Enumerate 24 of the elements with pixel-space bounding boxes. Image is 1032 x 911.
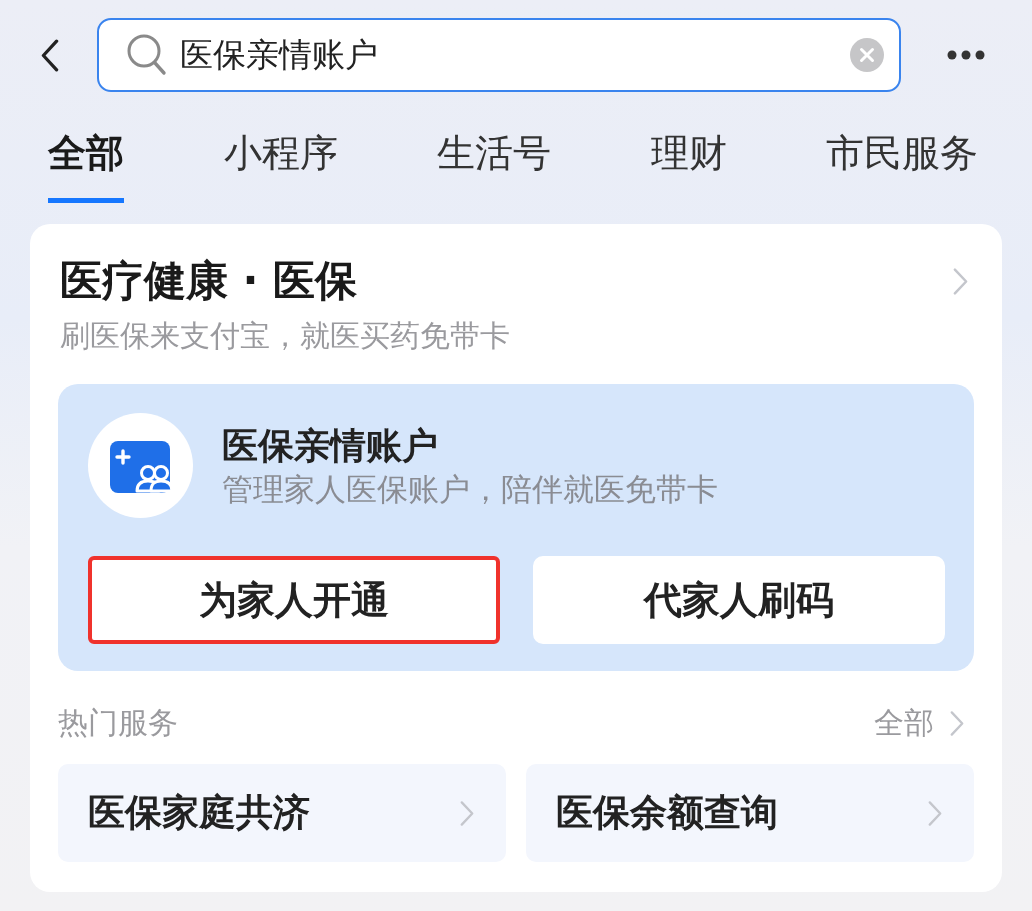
section-subtitle: 刷医保来支付宝，就医买药免带卡: [59, 317, 510, 355]
chevron-right-icon: [460, 799, 474, 827]
section-title: 医疗健康 · 医保: [60, 255, 358, 307]
action-button[interactable]: 代家人刷码: [533, 556, 945, 644]
tab[interactable]: 全部: [48, 130, 124, 203]
service-button[interactable]: 医保余额查询: [526, 764, 974, 862]
section-label: 热门服务: [58, 704, 178, 742]
tab[interactable]: 生活号: [437, 130, 551, 203]
chevron-right-icon: [928, 799, 942, 827]
tab[interactable]: 小程序: [223, 130, 338, 203]
action-button[interactable]: 为家人开通: [88, 556, 500, 644]
search-field[interactable]: 医保亲情账户: [97, 18, 901, 92]
chevron-right-icon: [950, 709, 964, 737]
more-icon: [947, 50, 985, 60]
chevron-right-icon: [953, 266, 968, 296]
family-account-icon: [88, 413, 193, 518]
service-button[interactable]: 医保家庭共济: [58, 764, 506, 862]
tab[interactable]: 理财: [650, 130, 727, 203]
search-icon: [127, 34, 167, 76]
tab[interactable]: 市民服务: [826, 130, 978, 203]
feature-description: 管理家人医保账户，陪伴就医免带卡: [222, 469, 718, 509]
back-icon: [41, 38, 59, 72]
feature-title: 医保亲情账户: [222, 423, 438, 468]
search-input[interactable]: 医保亲情账户: [180, 33, 838, 77]
